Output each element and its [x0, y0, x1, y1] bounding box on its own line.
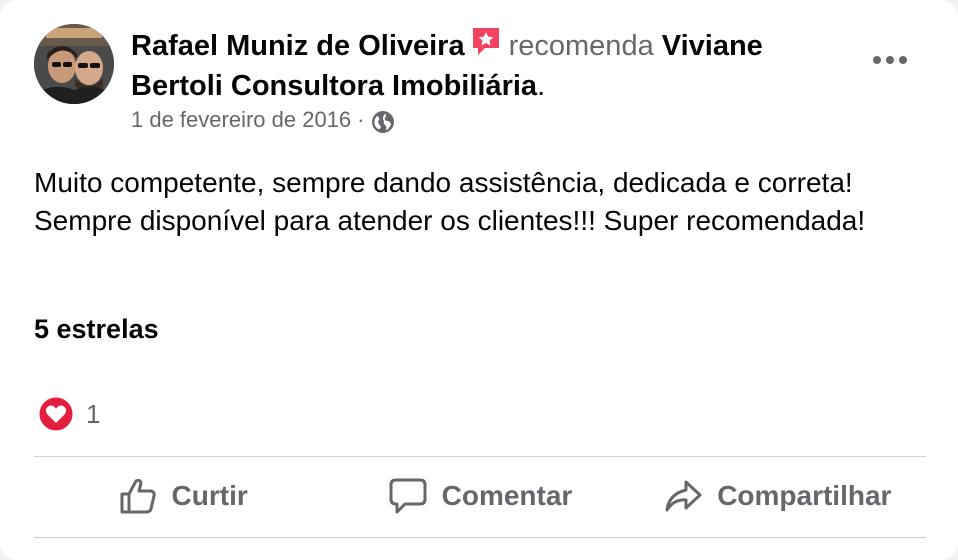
post-header: Rafael Muniz de Oliveira recomenda Vivia… [131, 24, 831, 106]
share-button[interactable]: Compartilhar [629, 458, 926, 534]
heart-reaction-icon [38, 396, 74, 432]
post-date[interactable]: 1 de fevereiro de 2016 [131, 107, 351, 133]
globe-icon [371, 111, 394, 133]
actions-bottom-divider [34, 537, 926, 538]
share-label: Compartilhar [717, 480, 892, 511]
reaction-count: 1 [86, 398, 101, 429]
post-actions-bar: Curtir Comentar Compartilhar [34, 458, 926, 534]
comment-label: Comentar [441, 480, 573, 511]
more-options-icon [873, 56, 907, 64]
comment-bubble-icon [389, 478, 427, 514]
rating-text: 5 estrelas [34, 314, 159, 344]
recommend-verb: recomenda [508, 30, 654, 62]
reactions-summary[interactable]: 1 [38, 396, 100, 432]
thumbs-up-icon [120, 478, 156, 514]
post-card: Rafael Muniz de Oliveira recomenda Vivia… [0, 0, 958, 560]
comment-button[interactable]: Comentar [331, 458, 628, 534]
author-avatar[interactable] [34, 24, 114, 104]
meta-separator: · [357, 107, 365, 132]
avatar-photo [34, 24, 114, 104]
like-label: Curtir [171, 480, 248, 511]
recommendation-star-icon [472, 28, 499, 55]
like-button[interactable]: Curtir [34, 458, 331, 534]
author-name[interactable]: Rafael Muniz de Oliveira [131, 30, 465, 62]
more-options-button[interactable] [866, 40, 914, 80]
share-arrow-icon [665, 480, 702, 512]
post-body-text: Muito competente, sempre dando assistênc… [34, 167, 866, 236]
target-suffix: . [537, 70, 546, 102]
actions-top-divider [34, 456, 926, 457]
post-meta: 1 de fevereiro de 2016 · [131, 106, 395, 134]
